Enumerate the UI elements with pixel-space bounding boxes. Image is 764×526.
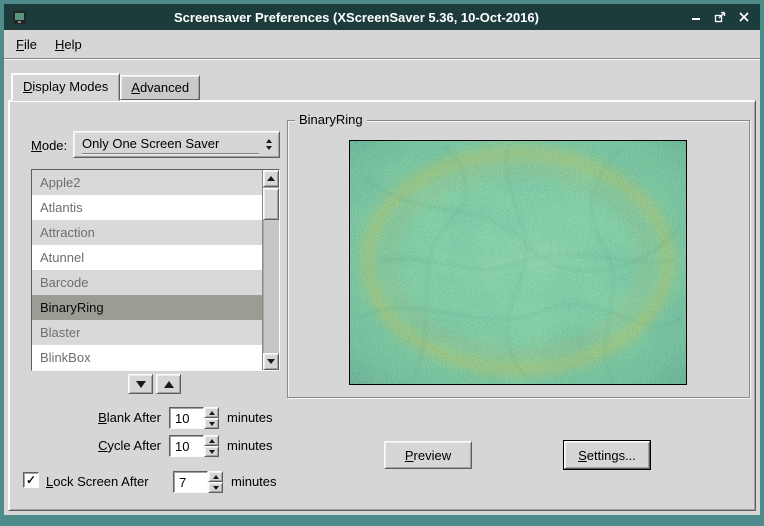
list-item[interactable]: Apple2	[32, 170, 262, 195]
spin-up-button[interactable]	[204, 407, 219, 418]
spin-down-button[interactable]	[208, 482, 223, 493]
mode-select-value: Only One Screen Saver	[82, 135, 259, 154]
lock-screen-checkbox[interactable]: ✓	[23, 472, 39, 488]
triangle-up-icon	[213, 475, 219, 479]
scroll-up-button[interactable]	[263, 170, 279, 187]
window-content: Display Modes Advanced Mode: Only One Sc…	[4, 60, 760, 515]
triangle-up-icon	[209, 411, 215, 415]
list-item[interactable]: Barcode	[32, 270, 262, 295]
preview-button[interactable]: Preview	[384, 441, 472, 469]
list-move-buttons	[128, 374, 181, 394]
dropdown-arrows-icon	[265, 137, 273, 152]
list-scrollbar[interactable]	[262, 170, 279, 370]
tab-advanced[interactable]: Advanced	[120, 75, 200, 100]
window-title: Screensaver Preferences (XScreenSaver 5.…	[31, 10, 682, 25]
move-down-button[interactable]	[128, 374, 153, 394]
triangle-down-icon	[136, 381, 146, 388]
titlebar[interactable]: Screensaver Preferences (XScreenSaver 5.…	[4, 4, 760, 30]
triangle-down-icon	[209, 422, 215, 426]
screensaver-list: Apple2 Atlantis Attraction Atunnel Barco…	[31, 169, 280, 371]
lock-after-input[interactable]: 7	[173, 471, 208, 493]
triangle-up-icon	[266, 139, 272, 143]
menu-help[interactable]: Help	[46, 32, 91, 57]
lock-after-spinbox[interactable]: 7	[173, 471, 223, 493]
blank-after-spinbox[interactable]: 10	[169, 407, 219, 429]
cycle-after-spinbox[interactable]: 10	[169, 435, 219, 457]
list-item[interactable]: BlinkBox	[32, 345, 262, 370]
lock-after-unit: minutes	[231, 474, 277, 489]
blank-after-label: Blank After	[29, 410, 161, 425]
cycle-after-unit: minutes	[227, 438, 273, 453]
scrollbar-thumb[interactable]	[263, 188, 279, 220]
tab-bar: Display Modes Advanced	[8, 72, 756, 100]
preview-frame-label: BinaryRing	[295, 112, 367, 127]
mode-select[interactable]: Only One Screen Saver	[73, 131, 280, 158]
list-item[interactable]: Atlantis	[32, 195, 262, 220]
list-item[interactable]: BinaryRing	[32, 295, 262, 320]
list-item[interactable]: Blaster	[32, 320, 262, 345]
display-modes-panel: Mode: Only One Screen Saver Apple2 Atlan…	[8, 100, 756, 511]
blank-after-input[interactable]: 10	[169, 407, 204, 429]
list-item[interactable]: Atunnel	[32, 245, 262, 270]
screensaver-list-rows: Apple2 Atlantis Attraction Atunnel Barco…	[32, 170, 262, 370]
preview-frame: BinaryRing	[287, 120, 750, 398]
restore-window-icon[interactable]	[712, 9, 728, 25]
list-item[interactable]: Attraction	[32, 220, 262, 245]
tab-display-modes[interactable]: Display Modes	[11, 73, 120, 101]
mode-label: Mode:	[31, 138, 67, 153]
settings-button[interactable]: Settings...	[564, 441, 650, 469]
menubar: File Help	[4, 30, 760, 58]
spin-down-button[interactable]	[204, 446, 219, 457]
triangle-down-icon	[266, 146, 272, 150]
menu-file[interactable]: File	[7, 32, 46, 57]
window-body: Screensaver Preferences (XScreenSaver 5.…	[4, 4, 760, 515]
lock-screen-after-label: Lock Screen After	[46, 474, 149, 489]
triangle-down-icon	[209, 450, 215, 454]
scroll-down-button[interactable]	[263, 353, 279, 370]
spin-buttons	[204, 407, 219, 429]
preview-image	[349, 140, 687, 385]
spin-up-button[interactable]	[204, 435, 219, 446]
triangle-up-icon	[267, 176, 275, 181]
cycle-after-input[interactable]: 10	[169, 435, 204, 457]
cycle-after-label: Cycle After	[29, 438, 161, 453]
move-up-button[interactable]	[156, 374, 181, 394]
check-icon: ✓	[26, 474, 36, 486]
window-icon	[12, 10, 27, 25]
triangle-up-icon	[164, 381, 174, 388]
close-icon[interactable]	[736, 9, 752, 25]
xscreensaver-window: Screensaver Preferences (XScreenSaver 5.…	[0, 0, 764, 526]
minimize-icon[interactable]	[688, 9, 704, 25]
spin-buttons	[208, 471, 223, 493]
triangle-up-icon	[209, 439, 215, 443]
spin-up-button[interactable]	[208, 471, 223, 482]
spin-down-button[interactable]	[204, 418, 219, 429]
spin-buttons	[204, 435, 219, 457]
triangle-down-icon	[267, 359, 275, 364]
scrollbar-trough[interactable]	[263, 187, 279, 353]
blank-after-unit: minutes	[227, 410, 273, 425]
triangle-down-icon	[213, 486, 219, 490]
window-controls	[688, 9, 752, 25]
binaryring-art	[350, 141, 686, 384]
